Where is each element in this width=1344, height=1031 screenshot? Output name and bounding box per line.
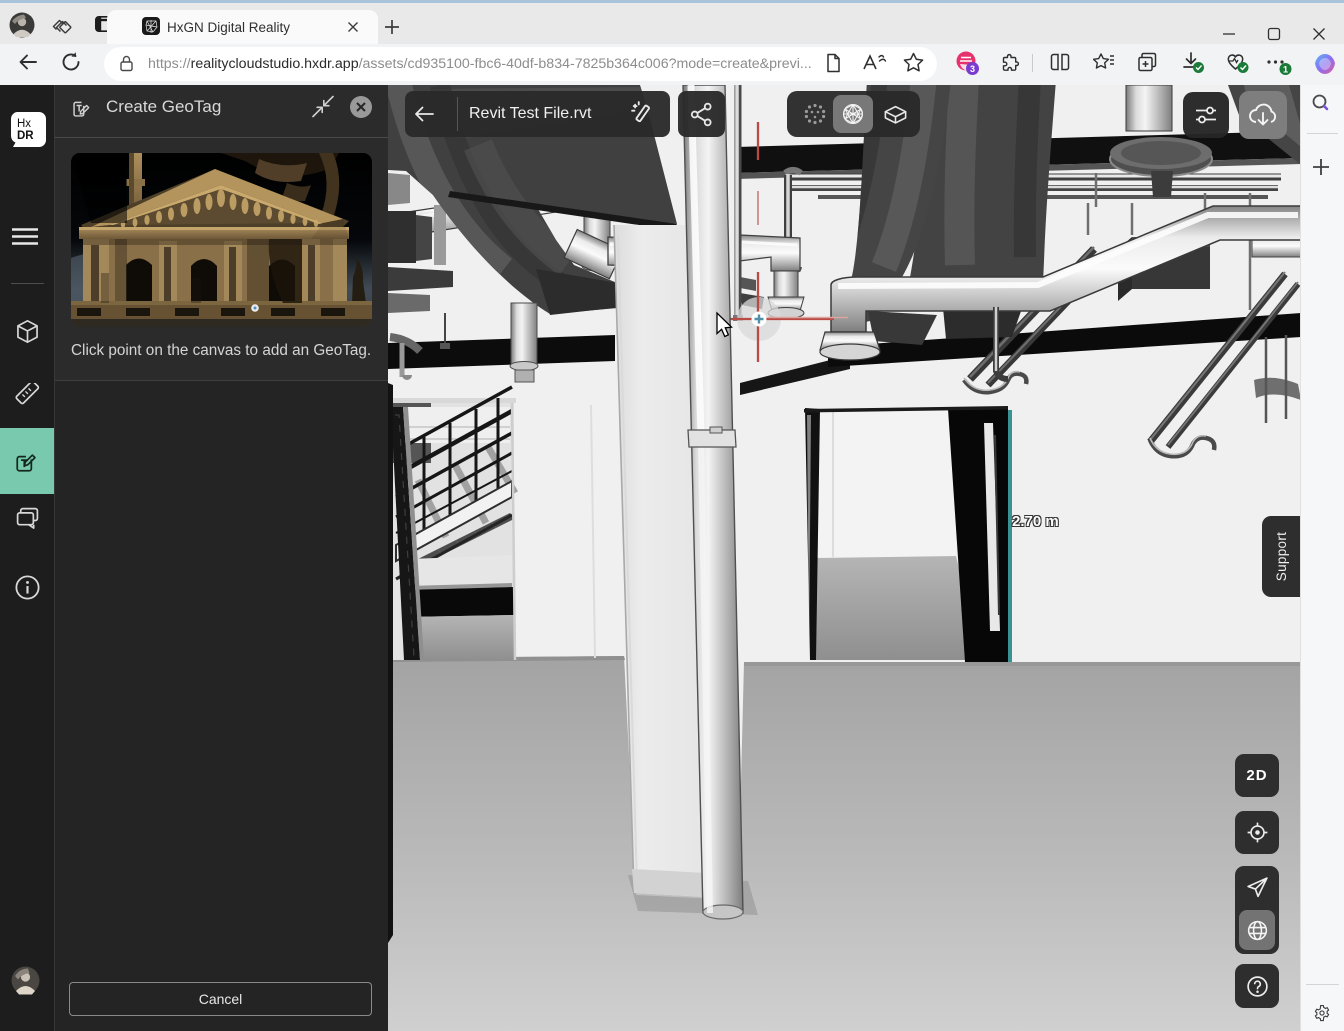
svg-text:DR: DR [17,130,34,142]
svg-text:3: 3 [970,64,975,74]
svg-text:Hx: Hx [17,118,31,130]
svg-text:1: 1 [1283,65,1289,76]
